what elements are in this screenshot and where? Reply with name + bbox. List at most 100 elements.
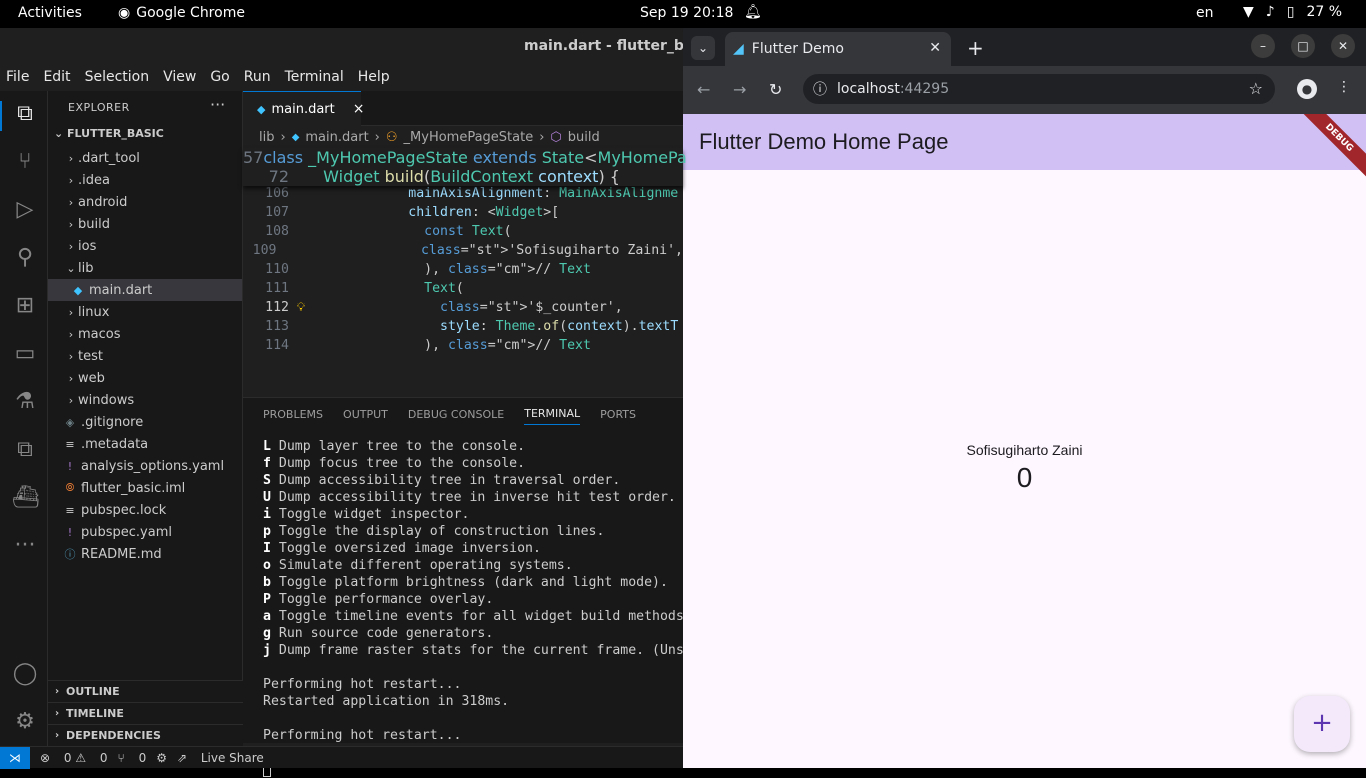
lightbulb-icon[interactable]: 💡︎ bbox=[289, 300, 313, 319]
tab-output[interactable]: OUTPUT bbox=[343, 408, 388, 421]
increment-fab[interactable]: + bbox=[1294, 696, 1350, 752]
source-control-icon[interactable]: ⑂ bbox=[12, 149, 38, 175]
clock[interactable]: Sep 19 20:18 bbox=[640, 5, 733, 21]
section-dependencies[interactable]: › DEPENDENCIES bbox=[48, 724, 243, 746]
file-item[interactable]: ≡ pubspec.lock bbox=[48, 499, 242, 521]
forward-arrow-icon[interactable]: → bbox=[733, 80, 746, 99]
code-line[interactable]: 108 const Text( bbox=[243, 224, 683, 243]
file-item[interactable]: ⦾ flutter_basic.iml bbox=[48, 477, 242, 499]
section-label: DEPENDENCIES bbox=[66, 729, 161, 742]
testing-icon[interactable]: ⚗ bbox=[12, 389, 38, 415]
workspace-root[interactable]: ⌄ FLUTTER_BASIC bbox=[54, 127, 164, 140]
app-menu[interactable]: ◉ Google Chrome bbox=[118, 5, 245, 21]
folder-item[interactable]: ⌄ lib bbox=[48, 257, 242, 279]
close-tab-icon[interactable]: × bbox=[353, 101, 365, 117]
terminal-output[interactable]: L Dump layer tree to the console. f Dump … bbox=[243, 430, 683, 778]
activities-button[interactable]: Activities bbox=[18, 5, 82, 21]
live-share-status[interactable]: ⇗ Live Share bbox=[177, 751, 264, 765]
maximize-icon[interactable]: □ bbox=[1291, 34, 1315, 58]
code-line[interactable]: 57 class _MyHomePageState extends State<M… bbox=[243, 148, 687, 167]
close-window-icon[interactable]: ✕ bbox=[1331, 34, 1355, 58]
menu-help[interactable]: Help bbox=[358, 64, 390, 91]
explorer-more-button[interactable]: ··· bbox=[210, 95, 225, 114]
folder-item[interactable]: › web bbox=[48, 367, 242, 389]
explorer-icon[interactable]: ⧉ bbox=[12, 101, 38, 127]
menu-view[interactable]: View bbox=[163, 64, 196, 91]
tab-ports[interactable]: PORTS bbox=[600, 408, 636, 421]
remote-indicator[interactable]: ⋊ bbox=[0, 746, 30, 769]
code-line[interactable]: 110 ), class="cm">// Text bbox=[243, 262, 683, 281]
debug-status-icon[interactable]: ⚙ bbox=[156, 751, 167, 765]
back-arrow-icon[interactable]: ← bbox=[697, 80, 710, 99]
sticky-scroll[interactable]: 57 class _MyHomePageState extends State<M… bbox=[243, 148, 687, 186]
more-icon[interactable]: ··· bbox=[12, 533, 38, 559]
menu-go[interactable]: Go bbox=[210, 64, 229, 91]
minimize-icon[interactable]: – bbox=[1251, 34, 1275, 58]
file-item[interactable]: ≡ .metadata bbox=[48, 433, 242, 455]
code-line[interactable]: 112 💡︎ class="st">'$_counter', bbox=[243, 300, 683, 319]
tab-main-dart[interactable]: ◆ main.dart × bbox=[243, 91, 364, 126]
code-line[interactable]: 72 Widget build(BuildContext context) { bbox=[243, 167, 683, 186]
remote-explorer-icon[interactable]: ▭ bbox=[12, 341, 38, 367]
breadcrumb-item[interactable]: _MyHomePageState bbox=[404, 130, 534, 145]
live-share-icon[interactable]: ⧉ bbox=[12, 437, 38, 463]
menu-file[interactable]: File bbox=[6, 64, 29, 91]
section-timeline[interactable]: › TIMELINE bbox=[48, 702, 243, 724]
code-line[interactable]: 111 Text( bbox=[243, 281, 683, 300]
profile-avatar[interactable]: ● bbox=[1297, 79, 1317, 99]
breadcrumb-item[interactable]: build bbox=[568, 130, 600, 145]
search-icon[interactable]: ⚲ bbox=[12, 245, 38, 271]
keyboard-language[interactable]: en bbox=[1196, 5, 1214, 21]
code-line[interactable]: 113 style: Theme.of(context).textT bbox=[243, 319, 683, 338]
code-line[interactable]: 109 class="st">'Sofisugiharto Zaini', bbox=[243, 243, 683, 262]
close-tab-icon[interactable]: ✕ bbox=[929, 40, 941, 56]
tab-terminal[interactable]: TERMINAL bbox=[524, 407, 581, 425]
system-tray[interactable]: ▼ ♪ ▯ 27 % bbox=[1243, 4, 1342, 20]
menu-edit[interactable]: Edit bbox=[43, 64, 70, 91]
site-info-icon[interactable]: ⓘ bbox=[813, 79, 827, 99]
menu-selection[interactable]: Selection bbox=[85, 64, 150, 91]
folder-item[interactable]: › build bbox=[48, 213, 242, 235]
tab-debug-console[interactable]: DEBUG CONSOLE bbox=[408, 408, 504, 421]
reload-icon[interactable]: ↻ bbox=[769, 80, 782, 99]
browser-tab-flutter-demo[interactable]: ◢ Flutter Demo ✕ bbox=[725, 32, 951, 66]
file-item[interactable]: ◈ .gitignore bbox=[48, 411, 242, 433]
folder-item[interactable]: › .dart_tool bbox=[48, 147, 242, 169]
run-debug-icon[interactable]: ▷ bbox=[12, 197, 38, 223]
file-item[interactable]: ◆ main.dart bbox=[48, 279, 242, 301]
section-outline[interactable]: › OUTLINE bbox=[48, 680, 243, 702]
folder-item[interactable]: › ios bbox=[48, 235, 242, 257]
code-line[interactable]: 107 children: <Widget>[ bbox=[243, 205, 683, 224]
breadcrumb-item[interactable]: lib bbox=[259, 130, 274, 145]
new-tab-button[interactable]: + bbox=[967, 36, 984, 60]
code-lines[interactable]: 105 // wireframe for each widget.106 mai… bbox=[243, 167, 683, 357]
folder-item[interactable]: › windows bbox=[48, 389, 242, 411]
extensions-icon[interactable]: ⊞ bbox=[12, 293, 38, 319]
bookmark-star-icon[interactable]: ☆ bbox=[1249, 79, 1263, 98]
folder-item[interactable]: › .idea bbox=[48, 169, 242, 191]
breadcrumb-item[interactable]: main.dart bbox=[305, 130, 368, 145]
terminal-text: Dump layer tree to the console. bbox=[270, 439, 526, 454]
file-item[interactable]: ! analysis_options.yaml bbox=[48, 455, 242, 477]
problems-status[interactable]: ⊗ 0 ⚠ 0 bbox=[40, 751, 108, 765]
docker-icon[interactable]: ⛴ bbox=[12, 485, 40, 511]
address-bar[interactable]: ⓘ localhost:44295 ☆ bbox=[803, 74, 1275, 104]
file-item[interactable]: ! pubspec.yaml bbox=[48, 521, 242, 543]
text-file-icon: ≡ bbox=[65, 437, 75, 451]
file-item[interactable]: ⓘ README.md bbox=[48, 543, 242, 565]
code-line[interactable]: 106 mainAxisAlignment: MainAxisAlignme bbox=[243, 186, 683, 205]
terminal-line: S Dump accessibility tree in traversal o… bbox=[263, 472, 683, 489]
code-line[interactable]: 114 ), class="cm">// Text bbox=[243, 338, 683, 357]
accounts-icon[interactable]: ◯ bbox=[12, 661, 38, 687]
ports-status[interactable]: ⑂ 0 bbox=[118, 751, 147, 765]
folder-item[interactable]: › android bbox=[48, 191, 242, 213]
tab-search-button[interactable]: ⌄ bbox=[691, 36, 715, 60]
tab-problems[interactable]: PROBLEMS bbox=[263, 408, 323, 421]
manage-gear-icon[interactable]: ⚙ bbox=[12, 709, 38, 735]
folder-item[interactable]: › linux bbox=[48, 301, 242, 323]
menu-run[interactable]: Run bbox=[244, 64, 271, 91]
chrome-menu-icon[interactable]: ⋮ bbox=[1337, 79, 1351, 95]
folder-item[interactable]: › macos bbox=[48, 323, 242, 345]
menu-terminal[interactable]: Terminal bbox=[285, 64, 344, 91]
folder-item[interactable]: › test bbox=[48, 345, 242, 367]
